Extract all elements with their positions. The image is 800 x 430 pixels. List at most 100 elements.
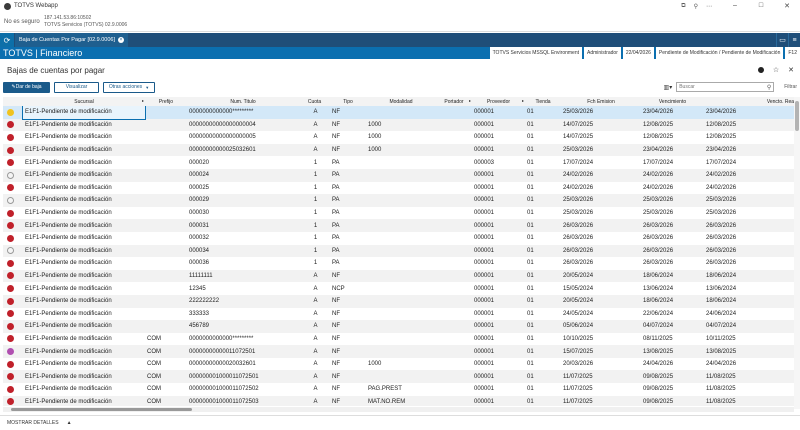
column-header[interactable] (3, 97, 23, 106)
cell-suc: E1F1-Pendiente de modificación (23, 294, 145, 308)
cell-suc: E1F1-Pendiente de modificación (23, 206, 145, 220)
vscroll-thumb[interactable] (795, 101, 799, 131)
otras-acciones-button[interactable]: Otras acciones ▼ (103, 81, 155, 93)
table-row[interactable]: E1F1-Pendiente de modificación 0000000000… (3, 105, 794, 120)
column-header-label: Sucursal (74, 98, 94, 105)
close-page-icon[interactable]: ✕ (788, 66, 794, 74)
table-row[interactable]: E1F1-Pendiente de modificación 000034 1 PA 0… (3, 244, 794, 258)
cell-prov: 000001 (472, 244, 525, 258)
table-row[interactable]: E1F1-Pendiente de modificación COM 0000000… (3, 332, 794, 346)
table-row[interactable]: E1F1-Pendiente de modificación 0000000000… (3, 143, 794, 157)
horizontal-scrollbar[interactable] (3, 407, 794, 412)
cell-port (436, 231, 472, 245)
table-row[interactable]: E1F1-Pendiente de modificación 456789 A NF 0… (3, 320, 794, 333)
column-header[interactable]: Portador ▸ (436, 97, 472, 106)
tab-baja-cuentas[interactable]: Baja de Cuentas Por Pagar [02.9.0006] × (15, 33, 129, 47)
table-row[interactable]: E1F1-Pendiente de modificación 12345 A NCP 0… (3, 282, 794, 295)
extensions-icon[interactable]: ⚲ (694, 3, 698, 10)
home-icon[interactable]: ⟳ (0, 33, 14, 47)
cell-real: 26/03/2026 (704, 257, 794, 270)
close-icon[interactable]: ✕ (774, 2, 800, 10)
table-row[interactable]: E1F1-Pendiente de modificación 0000000000… (3, 131, 794, 144)
column-header[interactable]: Tipo (330, 97, 366, 106)
favorite-icon[interactable]: ☆ (773, 66, 779, 74)
cell-num: 0000000000000********* (187, 106, 299, 119)
column-header[interactable]: Sucursal ▸ (23, 97, 145, 106)
search-icon[interactable]: ⚲ (767, 84, 773, 91)
tab-close-icon[interactable]: × (118, 37, 125, 43)
profile-icon[interactable]: ⧉ (681, 3, 685, 10)
cell-port (436, 370, 472, 384)
cell-suc: E1F1-Pendiente de modificación (23, 231, 145, 245)
sort-icon[interactable]: ▸ (469, 98, 471, 103)
table-row[interactable]: E1F1-Pendiente de modificación 0000000000… (3, 118, 794, 132)
vertical-scrollbar[interactable] (794, 97, 800, 409)
table-row[interactable]: E1F1-Pendiente de modificación 11111111 A N… (3, 269, 794, 283)
chevron-up-icon[interactable]: ▲ (67, 420, 72, 426)
table-row[interactable]: E1F1-Pendiente de modificación 000031 1 PA 0… (3, 219, 794, 232)
table-row[interactable]: E1F1-Pendiente de modificación 000030 1 PA 0… (3, 206, 794, 220)
column-header[interactable]: Proveedor ▸ (472, 97, 525, 106)
cell-pre (145, 294, 187, 308)
status-legend-icon (7, 133, 14, 141)
cell-port (436, 156, 472, 169)
column-header[interactable]: Fch Emision (561, 97, 641, 106)
hscroll-thumb[interactable] (11, 408, 192, 411)
cell-tipo: NF (330, 332, 366, 346)
f12-label[interactable]: F12 (785, 47, 800, 59)
address-bar[interactable]: No es seguro 187.141.53.86:10502 TOTVS S… (0, 12, 800, 32)
table-row[interactable]: E1F1-Pendiente de modificación 000025 1 PA 0… (3, 181, 794, 195)
toolbar-right: ▥▾ Buscar ⚲ Filtrar (664, 82, 797, 92)
cell-port (436, 345, 472, 358)
dar-de-baja-button[interactable]: ✎ Dar de baja (3, 81, 50, 93)
table-row[interactable]: E1F1-Pendiente de modificación 000020 1 PA 0… (3, 156, 794, 169)
table-row[interactable]: E1F1-Pendiente de modificación COM 0000000… (3, 345, 794, 358)
cell-real: 12/08/2025 (704, 131, 794, 144)
security-indicator[interactable]: No es seguro (4, 19, 44, 25)
status-cell (3, 131, 23, 144)
cell-cuo: A (299, 320, 330, 333)
visualizar-button[interactable]: Visualizar (54, 81, 99, 93)
column-header[interactable]: Vencimiento (641, 97, 704, 106)
table-row[interactable]: E1F1-Pendiente de modificación COM 0000000… (3, 357, 794, 371)
show-details-button[interactable]: MOSTRAR DETALLES (7, 420, 59, 426)
table-row[interactable]: E1F1-Pendiente de modificación 000029 1 PA 0… (3, 194, 794, 207)
cell-port (436, 143, 472, 157)
table-row[interactable]: E1F1-Pendiente de modificación 000024 1 PA 0… (3, 168, 794, 182)
column-header-label: Num. Titulo (230, 98, 256, 105)
cell-venc: 24/02/2026 (641, 168, 704, 182)
date-label: 22/04/2026 (622, 47, 654, 59)
filter-link[interactable]: Filtrar (784, 84, 797, 90)
columns-icon[interactable]: ▥▾ (664, 84, 673, 91)
more-icon[interactable]: ⋯ (706, 3, 712, 10)
table-row[interactable]: E1F1-Pendiente de modificación 000036 1 PA 0… (3, 257, 794, 270)
menu-icon[interactable]: ≡ (788, 33, 800, 47)
column-header[interactable]: Num. Titulo (187, 97, 299, 106)
cell-tipo: NCP (330, 282, 366, 295)
table-row[interactable]: E1F1-Pendiente de modificación COM 0000000… (3, 395, 794, 406)
cell-suc: E1F1-Pendiente de modificación (23, 357, 145, 371)
column-header[interactable]: Cuota (299, 97, 330, 106)
status-icon[interactable] (757, 67, 764, 73)
column-header[interactable]: Prefijo (145, 97, 187, 106)
table-row[interactable]: E1F1-Pendiente de modificación 000032 1 PA 0… (3, 231, 794, 245)
cell-pre: COM (145, 332, 187, 346)
table-row[interactable]: E1F1-Pendiente de modificación COM 0000000… (3, 383, 794, 396)
sort-icon[interactable]: ▸ (522, 98, 524, 103)
table-row[interactable]: E1F1-Pendiente de modificación COM 0000000… (3, 370, 794, 384)
cell-num: 00000000000011072501 (187, 345, 299, 358)
status-legend-icon (7, 259, 14, 267)
monitor-icon[interactable]: ▭ (776, 33, 788, 47)
column-header[interactable]: Tienda (525, 97, 561, 106)
column-header[interactable]: Modalidad (366, 97, 436, 106)
maximize-icon[interactable]: □ (748, 2, 774, 10)
status-cell (3, 320, 23, 333)
minimize-icon[interactable]: – (722, 2, 748, 10)
table-row[interactable]: E1F1-Pendiente de modificación 222222222 A… (3, 294, 794, 308)
search-input[interactable]: Buscar ⚲ (676, 82, 775, 92)
table-row[interactable]: E1F1-Pendiente de modificación 333333 A NF 0… (3, 307, 794, 321)
cell-suc: E1F1-Pendiente de modificación (23, 345, 145, 358)
sort-icon[interactable]: ▸ (142, 98, 144, 103)
cell-tienda: 01 (525, 269, 561, 283)
column-header[interactable]: Vencto. Real▼ (704, 97, 794, 106)
